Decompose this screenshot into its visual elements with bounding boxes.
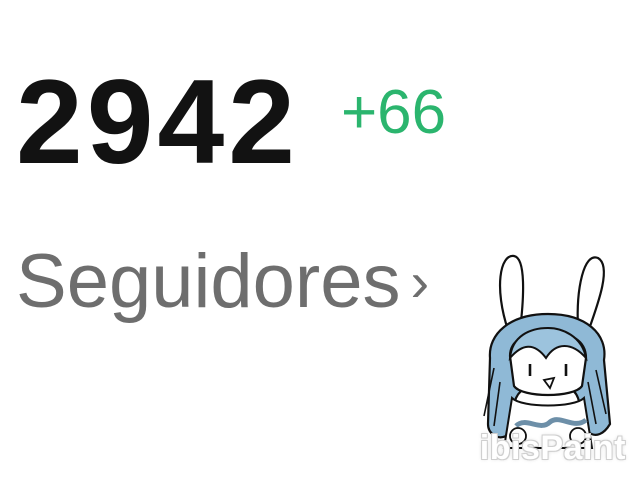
follower-stats-row: 2942 +66 [16, 62, 446, 182]
follower-delta: +66 [340, 78, 447, 147]
followers-label: Seguidores [16, 239, 401, 324]
screen: 2942 +66 Seguidores › ibisPaint [0, 0, 640, 480]
ibispaint-watermark: ibisPaint [479, 429, 626, 467]
follower-count: 2942 [16, 55, 299, 189]
chevron-right-icon: › [410, 250, 430, 313]
bunny-mascot-drawing [483, 254, 612, 449]
followers-link[interactable]: Seguidores › [16, 244, 429, 320]
